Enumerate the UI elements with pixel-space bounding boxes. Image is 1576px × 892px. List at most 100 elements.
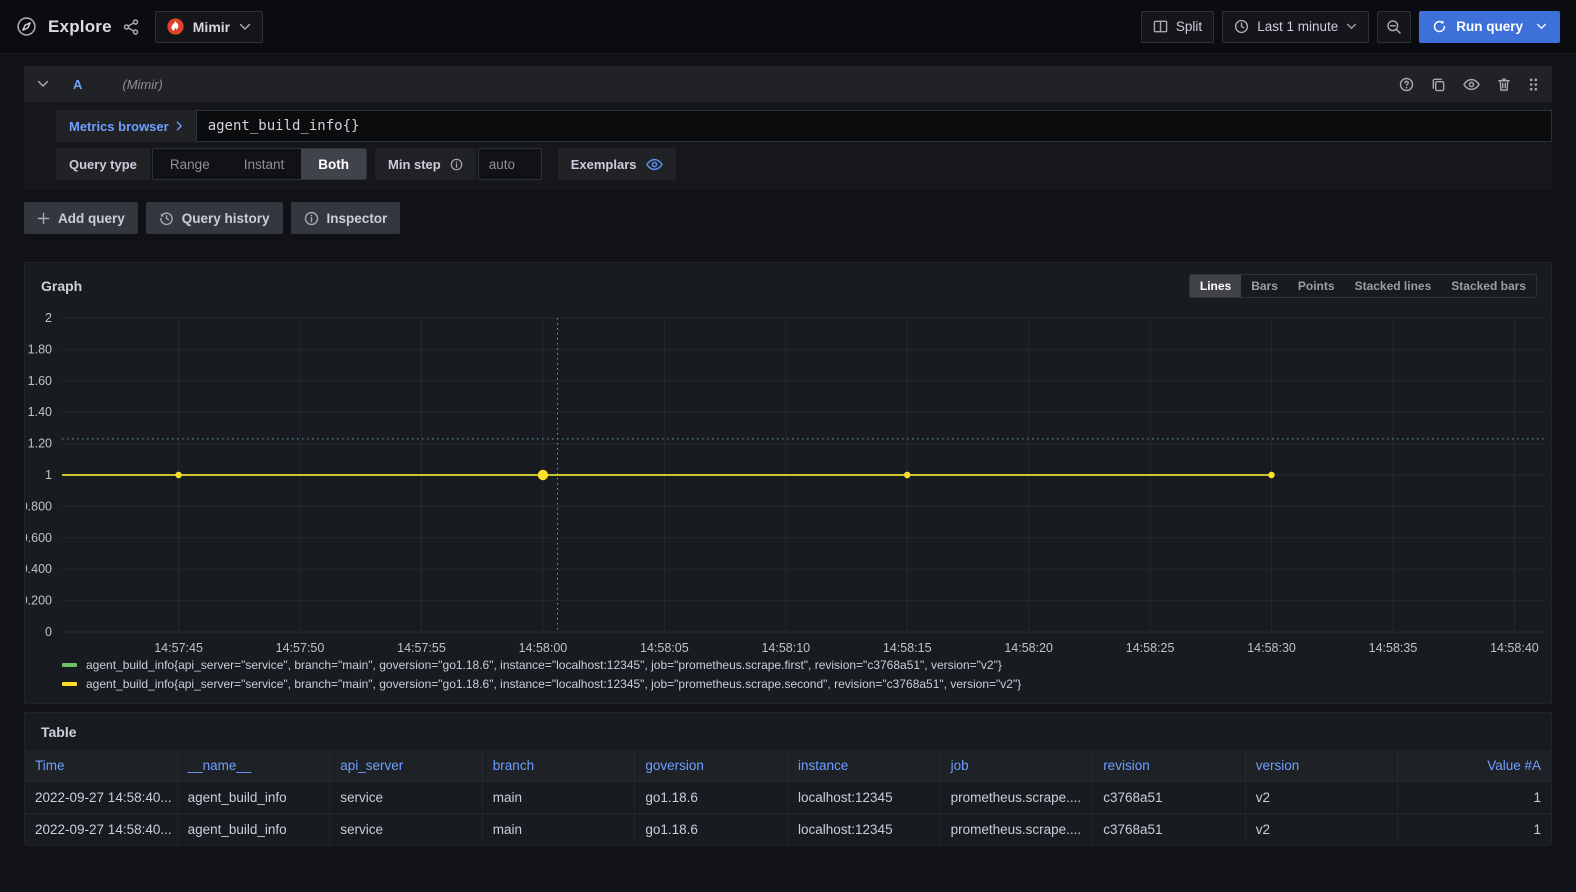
column-header-value-a[interactable]: Value #A — [1398, 750, 1551, 781]
query-datasource-hint: (Mimir) — [122, 77, 162, 92]
column-header-branch[interactable]: branch — [483, 750, 636, 781]
explore-actions: Add query Query history Inspector — [24, 202, 1552, 234]
graph-mode-stacked-bars[interactable]: Stacked bars — [1441, 275, 1536, 297]
collapse-chevron-icon[interactable] — [37, 80, 49, 88]
run-query-button[interactable]: Run query — [1419, 11, 1560, 43]
svg-text:14:58:20: 14:58:20 — [1004, 641, 1053, 654]
exemplars-eye-icon[interactable] — [646, 158, 663, 171]
compass-icon — [16, 16, 37, 37]
table-cell-r0-instance: localhost:12345 — [788, 781, 941, 813]
svg-text:1.40: 1.40 — [28, 405, 52, 419]
legend-item-1[interactable]: agent_build_info{api_server="service", b… — [62, 677, 1543, 691]
query-ref-id: A — [73, 77, 82, 92]
graph-panel-title: Graph — [41, 278, 82, 294]
share-icon[interactable] — [123, 19, 139, 35]
table-cell-r0-api-server: service — [330, 781, 483, 813]
query-type-label: Query type — [56, 148, 150, 180]
column-header-job[interactable]: job — [941, 750, 1094, 781]
chevron-down-icon — [1346, 23, 1357, 30]
query-row-actions — [1399, 77, 1539, 92]
time-range-picker[interactable]: Last 1 minute — [1222, 11, 1369, 43]
svg-text:14:58:10: 14:58:10 — [761, 641, 810, 654]
info-icon — [304, 211, 319, 226]
drag-handle-icon[interactable] — [1528, 77, 1539, 92]
query-editor-body: Metrics browser agent_build_info{} Query… — [24, 102, 1552, 190]
query-editor: A (Mimir) Metrics browse — [24, 66, 1552, 190]
info-icon — [450, 158, 463, 171]
table-cell-r0-branch: main — [483, 781, 636, 813]
svg-text:14:57:50: 14:57:50 — [276, 641, 325, 654]
min-step-input[interactable]: auto — [478, 148, 542, 180]
graph-mode-stacked-lines[interactable]: Stacked lines — [1345, 275, 1442, 297]
split-button[interactable]: Split — [1141, 11, 1214, 43]
graph-mode-lines[interactable]: Lines — [1190, 275, 1241, 297]
table-cell-r0-job: prometheus.scrape.... — [941, 781, 1094, 813]
table-cell-r1-value-a: 1 — [1398, 813, 1551, 845]
graph-mode-points[interactable]: Points — [1288, 275, 1345, 297]
table-cell-r1-instance: localhost:12345 — [788, 813, 941, 845]
x-axis-labels: 14:57:4514:57:5014:57:5514:58:0014:58:05… — [154, 641, 1539, 654]
svg-text:14:58:00: 14:58:00 — [519, 641, 568, 654]
results-table: Time__name__api_serverbranchgoversionins… — [25, 750, 1551, 845]
chevron-down-icon[interactable] — [1536, 23, 1547, 30]
chevron-down-icon — [239, 23, 251, 31]
add-query-button[interactable]: Add query — [24, 202, 138, 234]
split-icon — [1153, 19, 1168, 34]
column-header--name-[interactable]: __name__ — [178, 750, 331, 781]
legend-series-label: agent_build_info{api_server="service", b… — [86, 658, 1002, 672]
time-series-chart[interactable]: 00.2000.4000.6000.80011.201.401.601.8021… — [26, 302, 1550, 654]
table-cell-r0-revision: c3768a51 — [1093, 781, 1246, 813]
graph-mode-switcher: LinesBarsPointsStacked linesStacked bars — [1189, 274, 1537, 298]
svg-text:1.80: 1.80 — [28, 342, 52, 356]
svg-text:14:57:55: 14:57:55 — [397, 641, 446, 654]
svg-text:2: 2 — [45, 311, 52, 325]
table-panel: Table Time__name__api_serverbranchgovers… — [24, 712, 1552, 846]
graph-panel: Graph LinesBarsPointsStacked linesStacke… — [24, 262, 1552, 704]
svg-text:1.60: 1.60 — [28, 374, 52, 388]
svg-text:14:58:30: 14:58:30 — [1247, 641, 1296, 654]
svg-text:14:58:15: 14:58:15 — [883, 641, 932, 654]
column-header-goversion[interactable]: goversion — [635, 750, 788, 781]
duplicate-icon[interactable] — [1431, 77, 1446, 92]
svg-text:14:58:40: 14:58:40 — [1490, 641, 1539, 654]
column-header-api-server[interactable]: api_server — [330, 750, 483, 781]
graph-legend: agent_build_info{api_server="service", b… — [25, 654, 1551, 703]
clock-icon — [1234, 19, 1249, 34]
plus-icon — [37, 212, 50, 225]
topbar-actions: Split Last 1 minute Run query — [1141, 11, 1560, 43]
min-step-label-chip: Min step — [375, 148, 476, 180]
trash-icon[interactable] — [1497, 77, 1511, 92]
table-cell-r1--name-: agent_build_info — [178, 813, 331, 845]
help-icon[interactable] — [1399, 77, 1414, 92]
series-1 — [62, 470, 1275, 480]
query-type-option-both[interactable]: Both — [301, 149, 366, 179]
table-cell-r0-time: 2022-09-27 14:58:40... — [25, 781, 178, 813]
query-expression-input[interactable]: agent_build_info{} — [196, 110, 1552, 142]
inspector-button[interactable]: Inspector — [291, 202, 401, 234]
query-type-option-range[interactable]: Range — [153, 149, 227, 179]
graph-mode-bars[interactable]: Bars — [1241, 275, 1288, 297]
zoom-out-icon — [1386, 19, 1402, 35]
legend-item-0[interactable]: agent_build_info{api_server="service", b… — [62, 658, 1543, 672]
column-header-version[interactable]: version — [1246, 750, 1399, 781]
time-range-label: Last 1 minute — [1257, 19, 1338, 34]
zoom-out-button[interactable] — [1377, 11, 1411, 43]
metrics-browser-button[interactable]: Metrics browser — [56, 110, 196, 142]
query-history-button[interactable]: Query history — [146, 202, 283, 234]
refresh-icon — [1432, 19, 1447, 34]
column-header-instance[interactable]: instance — [788, 750, 941, 781]
column-header-revision[interactable]: revision — [1093, 750, 1246, 781]
query-type-group: RangeInstantBoth — [152, 148, 367, 180]
query-type-option-instant[interactable]: Instant — [227, 149, 302, 179]
exemplars-toggle[interactable]: Exemplars — [558, 148, 676, 180]
legend-series-swatch — [62, 663, 77, 667]
svg-text:14:58:35: 14:58:35 — [1369, 641, 1418, 654]
svg-text:1: 1 — [45, 468, 52, 482]
column-header-time[interactable]: Time — [25, 750, 178, 781]
eye-icon[interactable] — [1463, 78, 1480, 91]
query-row-header[interactable]: A (Mimir) — [24, 66, 1552, 102]
datasource-picker[interactable]: Mimir — [155, 11, 263, 43]
mimir-logo-icon — [167, 18, 184, 35]
svg-text:14:58:25: 14:58:25 — [1126, 641, 1175, 654]
table-cell-r1-job: prometheus.scrape.... — [941, 813, 1094, 845]
